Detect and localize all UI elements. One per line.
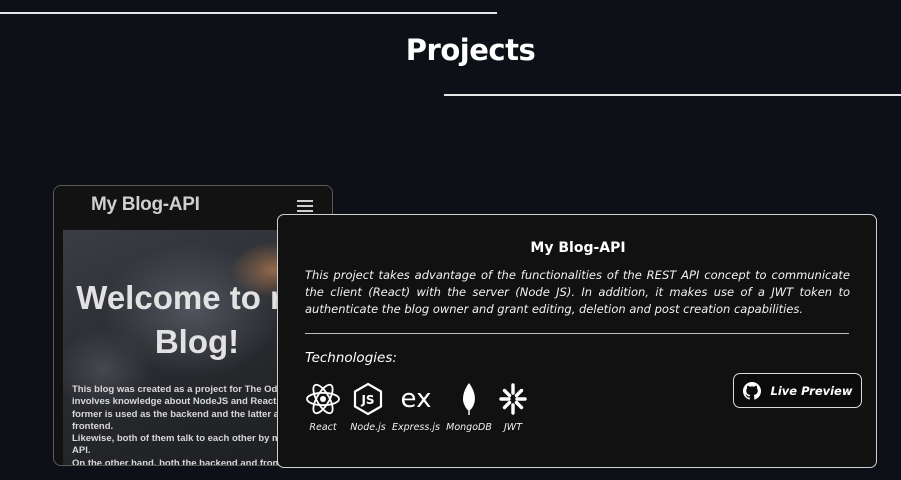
bottom-divider-line	[444, 94, 901, 96]
screenshot-brand: My Blog-API	[91, 194, 200, 215]
section-title: Projects	[405, 33, 536, 67]
tech-item-jwt: JWT	[498, 382, 528, 433]
tech-label: React	[309, 422, 337, 433]
technologies-heading: Technologies:	[305, 350, 397, 366]
express-icon: ex	[401, 384, 432, 414]
nodejs-icon: JS	[353, 382, 383, 416]
github-icon	[742, 381, 761, 400]
project-description: This project takes advantage of the func…	[305, 268, 850, 316]
mongodb-icon	[463, 383, 475, 415]
live-preview-label: Live Preview	[770, 383, 853, 398]
jwt-icon	[499, 383, 527, 415]
project-title: My Blog-API	[530, 240, 626, 256]
tech-label: Express.js	[392, 422, 440, 433]
hamburger-menu-icon	[297, 200, 313, 212]
tech-item-express: ex Express.js	[391, 382, 441, 433]
tech-label: JWT	[504, 422, 522, 433]
card-divider	[305, 333, 849, 334]
tech-label: Node.js	[350, 422, 386, 433]
tech-item-nodejs: JS Node.js	[346, 382, 390, 433]
svg-text:JS: JS	[360, 393, 374, 407]
live-preview-button[interactable]: Live Preview	[733, 373, 862, 408]
svg-text:ex: ex	[401, 384, 432, 414]
tech-item-mongodb: MongoDB	[444, 382, 494, 433]
react-icon	[306, 383, 340, 415]
tech-label: MongoDB	[446, 422, 492, 433]
tech-item-react: React	[305, 382, 341, 433]
project-card: My Blog-API This project takes advantage…	[277, 214, 877, 468]
top-divider-line	[0, 12, 497, 14]
